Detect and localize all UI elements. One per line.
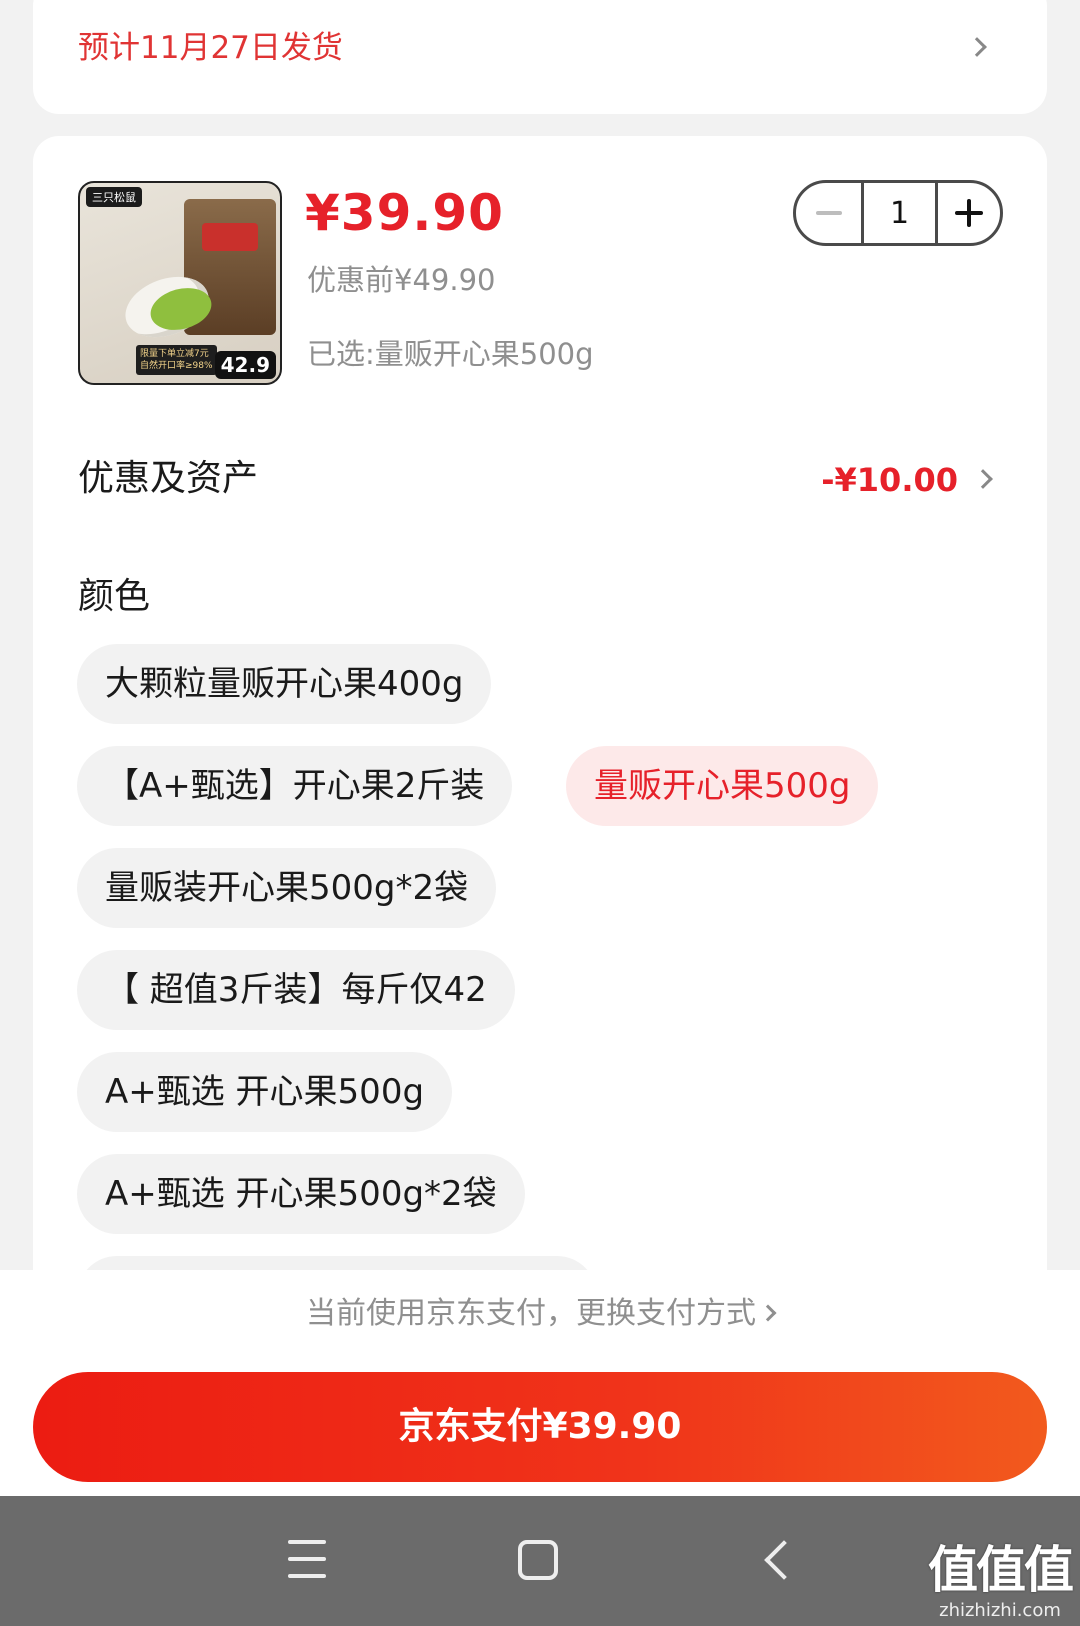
quantity-stepper: 1 (793, 180, 1003, 246)
current-price: ¥39.90 (305, 184, 504, 242)
promo-label: 限量下单立减7元 自然开口率≥98% (136, 345, 217, 375)
home-icon[interactable] (518, 1540, 558, 1580)
original-price: 优惠前¥49.90 (307, 263, 496, 297)
color-option[interactable]: A+甄选 开心果500g*2袋 (77, 1154, 525, 1234)
payment-method-switch[interactable]: 当前使用京东支付，更换支付方式 (0, 1292, 1080, 1336)
color-option[interactable]: 大颗粒量贩开心果400g (77, 644, 492, 724)
site-watermark: 值值值 zhizhizhi.com (928, 1541, 1074, 1621)
shipping-date-text: 预计11月27日发货 (78, 30, 343, 66)
product-thumbnail[interactable]: 三只松鼠 限量下单立减7元 自然开口率≥98% 42.9 (78, 181, 282, 385)
recent-apps-icon[interactable] (288, 1540, 326, 1580)
assets-label[interactable]: 优惠及资产 (78, 454, 258, 504)
chevron-right-icon (759, 1304, 777, 1322)
color-option-selected[interactable]: 量贩开心果500g (566, 746, 879, 826)
color-option[interactable]: A+甄选 开心果500g (77, 1052, 453, 1132)
assets-discount-value[interactable]: -¥10.00 (821, 458, 958, 502)
selected-variant-text: 已选:量贩开心果500g (307, 337, 594, 371)
color-section-label: 颜色 (78, 576, 151, 617)
quantity-value[interactable]: 1 (864, 183, 938, 243)
image-price-tag: 42.9 (214, 351, 276, 379)
pay-button[interactable]: 京东支付¥39.90 (33, 1372, 1047, 1482)
decrease-button[interactable] (796, 183, 864, 243)
color-option[interactable]: 【A+甄选】开心果2斤装 (77, 746, 513, 826)
color-option[interactable]: 量贩装开心果500g*2袋 (77, 848, 497, 928)
increase-button[interactable] (938, 183, 1000, 243)
brand-logo: 三只松鼠 (86, 187, 142, 207)
color-option[interactable]: 【 超值3斤装】每斤仅42 (77, 950, 515, 1030)
